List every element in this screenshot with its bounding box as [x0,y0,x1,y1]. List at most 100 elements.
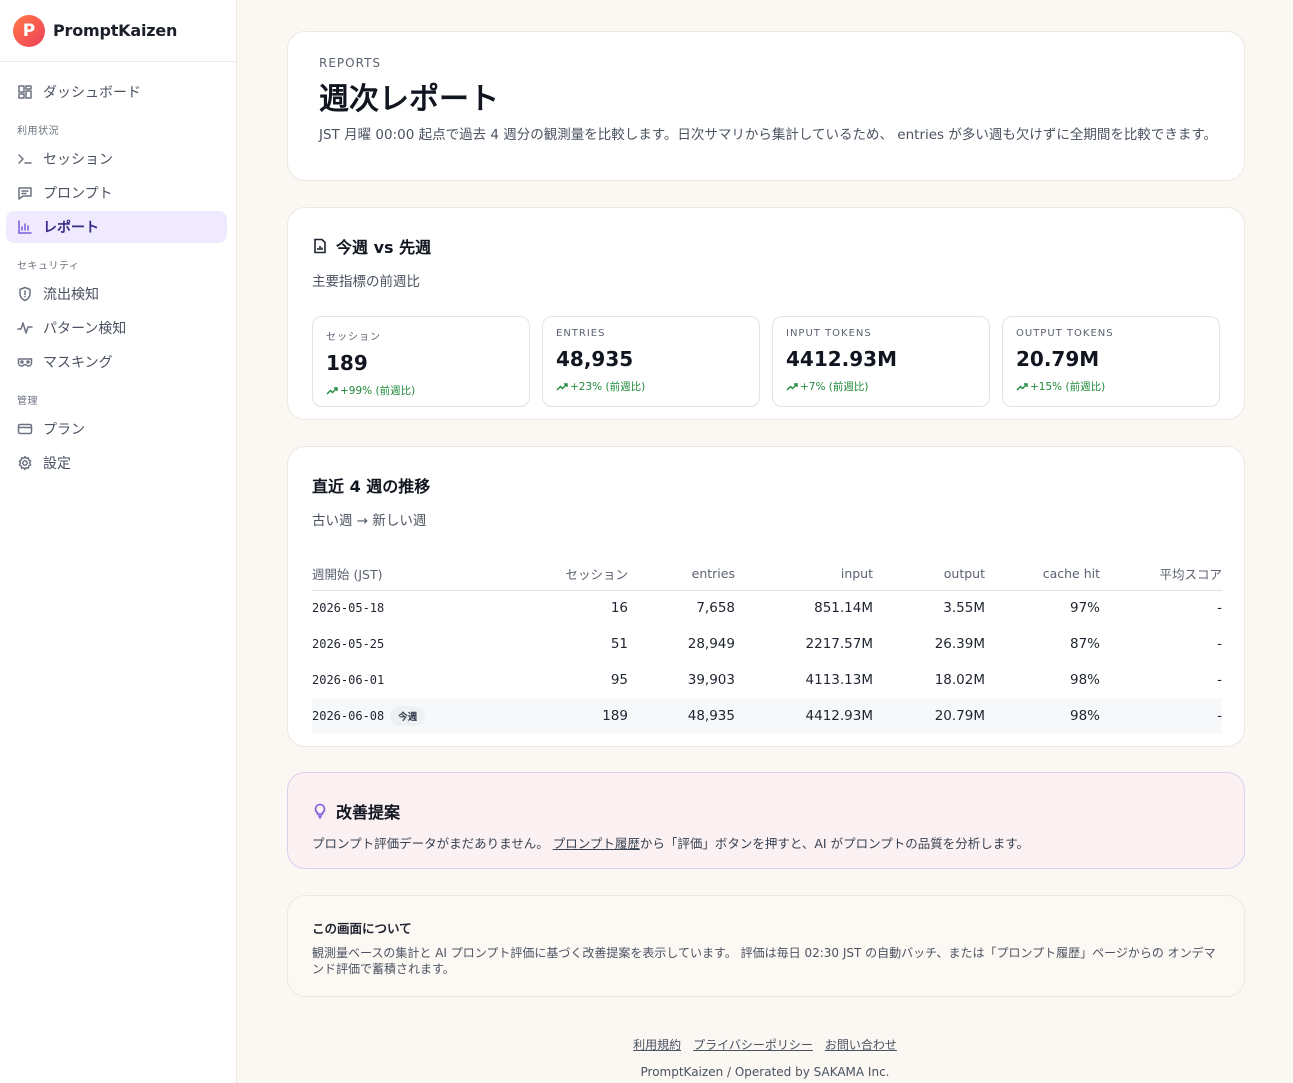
mask-icon [17,354,33,370]
about-text: 観測量ベースの集計と AI プロンプト評価に基づく改善提案を表示しています。 評… [312,946,1216,976]
section-title: 改善提案 [312,799,1220,823]
sidebar-item-label: 設定 [43,456,71,472]
bar-chart-icon [17,219,33,235]
metric-delta-text: +99% (前週比) [340,385,416,397]
contact-link[interactable]: お問い合わせ [825,1036,897,1053]
cell-entries: 28,949 [687,636,735,652]
report-file-icon [314,238,326,254]
privacy-link[interactable]: プライバシーポリシー [693,1036,813,1053]
shield-icon [17,286,33,302]
sidebar-item-label: プラン [43,422,85,438]
table-row: 2026-06-01 95 39,903 4113.13M 18.02M 98%… [312,662,1222,698]
suggest-text-after: から「評価」ボタンを押すと、AI がプロンプトの品質を分析します。 [639,836,1029,851]
cell-week: 2026-06-08 今週 [312,698,492,734]
metric-delta-text: +15% (前週比) [1030,381,1106,393]
metric-card-input-tokens: INPUT TOKENS 4412.93M +7% (前週比) [772,316,990,407]
about-title: この画面について [312,921,412,936]
table-header-row: 週開始 (JST) セッション entries input output cac… [312,557,1222,591]
current-week-badge: 今週 [390,706,426,726]
cell-week: 2026-05-25 [312,637,385,651]
sidebar-item-sessions[interactable]: セッション [6,143,227,175]
cell-input: 4113.13M [805,672,873,688]
brand-name: PromptKaizen [53,21,178,40]
cell-input: 2217.57M [805,636,873,652]
nav-group-security: セキュリティ [17,261,80,272]
footer: 利用規約 プライバシーポリシー お問い合わせ PromptKaizen / Op… [237,1036,1293,1079]
weekly-trend-table: 週開始 (JST) セッション entries input output cac… [312,557,1222,734]
nav-group-usage: 利用状況 [17,126,59,137]
main-content: REPORTS 週次レポート JST 月曜 00:00 起点で過去 4 週分の観… [237,0,1293,1083]
trend-up-icon [556,382,568,390]
trend-up-icon [786,382,798,390]
sidebar-item-label: セッション [43,152,113,168]
nav-group-admin: 管理 [17,396,38,407]
sidebar: P PromptKaizen ダッシュボード 利用状況 セッション プロンプト [0,0,237,1083]
table-row: 2026-05-18 16 7,658 851.14M 3.55M 97% - [312,590,1222,626]
metric-delta: +23% (前週比) [556,379,746,394]
sidebar-item-label: レポート [43,220,99,236]
sidebar-item-leak-detection[interactable]: 流出検知 [6,278,227,310]
metric-card-output-tokens: OUTPUT TOKENS 20.79M +15% (前週比) [1002,316,1220,407]
cell-cache-hit: 97% [1069,600,1100,617]
trend-title: 直近 4 週の推移 [312,477,431,496]
column-header: input [735,557,873,591]
metric-card-sessions: セッション 189 +99% (前週比) [312,316,530,407]
prompt-history-link[interactable]: プロンプト履歴 [553,836,640,851]
cell-sessions: 189 [492,698,628,734]
footer-copyright: PromptKaizen / Operated by SAKAMA Inc. [640,1065,890,1079]
brand-logo: P [13,14,45,47]
week-compare-card: 今週 vs 先週 主要指標の前週比 セッション 189 +99% (前週比) E… [287,207,1245,420]
credit-card-icon [17,421,33,437]
sidebar-item-dashboard[interactable]: ダッシュボード [6,76,227,108]
sidebar-item-plan[interactable]: プラン [6,413,227,445]
cell-output: 20.79M [873,698,985,734]
metric-label: セッション [326,332,381,343]
sidebar-item-label: マスキング [43,355,113,371]
cell-sessions: 51 [610,636,628,652]
message-icon [17,185,33,201]
sidebar-item-label: ダッシュボード [43,85,141,101]
sidebar-item-masking[interactable]: マスキング [6,346,227,378]
sidebar-nav: ダッシュボード 利用状況 セッション プロンプト レポート セキュリティ 流出検… [0,62,236,479]
cell-avg-score: - [1217,636,1222,652]
brand[interactable]: P PromptKaizen [0,0,236,62]
sidebar-item-reports[interactable]: レポート [6,211,227,243]
page-description: JST 月曜 00:00 起点で過去 4 週分の観測量を比較します。日次サマリか… [319,127,1218,143]
metric-value: 20.79M [1016,347,1100,371]
cell-output: 18.02M [934,672,985,688]
terms-link[interactable]: 利用規約 [633,1036,681,1053]
column-header: 平均スコア [1100,557,1222,591]
sidebar-item-settings[interactable]: 設定 [6,447,227,479]
cell-entries: 7,658 [696,600,735,617]
cell-input: 851.14M [814,600,873,617]
dashboard-icon [17,84,33,100]
cell-input: 4412.93M [735,698,873,734]
sidebar-item-label: 流出検知 [43,287,99,303]
cell-cache-hit: 98% [1069,672,1100,688]
cell-entries: 39,903 [687,672,735,688]
column-header: output [873,557,985,591]
cell-sessions: 16 [610,600,628,617]
sidebar-item-prompts[interactable]: プロンプト [6,177,227,209]
eyebrow: REPORTS [319,56,382,70]
metric-delta-text: +23% (前週比) [570,381,646,393]
sidebar-item-label: プロンプト [43,186,113,202]
lightbulb-icon [314,803,326,819]
metric-delta: +99% (前週比) [326,383,516,398]
about-this-page-card: この画面について 観測量ベースの集計と AI プロンプト評価に基づく改善提案を表… [287,895,1245,997]
sidebar-item-pattern-detection[interactable]: パターン検知 [6,312,227,344]
footer-links: 利用規約 プライバシーポリシー お問い合わせ [237,1036,1293,1053]
cell-week: 2026-06-01 [312,673,385,687]
cell-output: 26.39M [934,636,985,652]
improvement-suggestions-card: 改善提案 プロンプト評価データがまだありません。 プロンプト履歴から「評価」ボタ… [287,772,1245,869]
cell-cache-hit: 98% [985,698,1100,734]
cell-sessions: 95 [610,672,628,688]
trend-subtitle: 古い週 → 新しい週 [312,513,427,529]
section-title: 今週 vs 先週 [312,234,1220,258]
column-header: 週開始 (JST) [312,557,492,591]
compare-title: 今週 vs 先週 [336,238,432,257]
metric-value: 4412.93M [786,347,897,371]
column-header: entries [628,557,735,591]
column-header: セッション [492,557,628,591]
cell-avg-score: - [1217,600,1222,617]
